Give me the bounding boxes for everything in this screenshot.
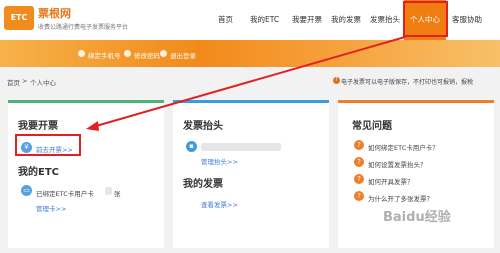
watermark: Baidu经验 bbox=[383, 210, 451, 225]
